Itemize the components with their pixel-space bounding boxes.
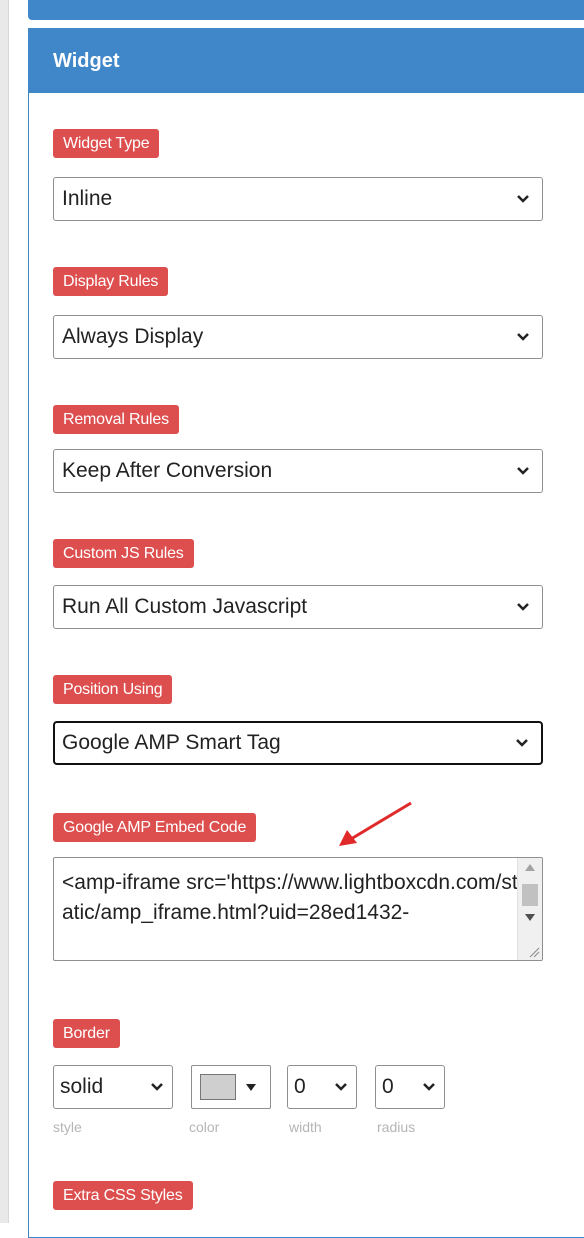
display-rules-label: Display Rules bbox=[53, 267, 169, 296]
scroll-thumb[interactable] bbox=[522, 884, 538, 906]
caret-down-icon bbox=[246, 1084, 256, 1091]
border-radius-select[interactable]: 0 bbox=[375, 1065, 445, 1109]
removal-rules-select[interactable]: Keep After Conversion bbox=[53, 449, 543, 493]
amp-embed-code-label: Google AMP Embed Code bbox=[53, 813, 257, 842]
chevron-down-icon bbox=[422, 1066, 438, 1108]
amp-embed-code-textarea[interactable]: <amp-iframe src='https://www.lightboxcdn… bbox=[53, 857, 543, 961]
widget-type-value: Inline bbox=[62, 187, 113, 210]
resize-grip-icon[interactable] bbox=[528, 946, 540, 958]
left-border-strip bbox=[0, 0, 9, 1223]
amp-embed-code-text: <amp-iframe src='https://www.lightboxcdn… bbox=[62, 871, 518, 924]
border-color-picker[interactable] bbox=[191, 1065, 271, 1109]
chevron-down-icon bbox=[334, 1066, 350, 1108]
chevron-down-icon bbox=[516, 586, 532, 628]
display-rules-select[interactable]: Always Display bbox=[53, 315, 543, 359]
position-using-select[interactable]: Google AMP Smart Tag bbox=[53, 721, 543, 765]
border-style-value: solid bbox=[60, 1075, 104, 1098]
chevron-down-icon bbox=[150, 1066, 166, 1108]
extra-css-styles-label: Extra CSS Styles bbox=[53, 1181, 193, 1210]
custom-js-rules-value: Run All Custom Javascript bbox=[62, 595, 308, 618]
scroll-up-arrow-icon[interactable] bbox=[525, 864, 535, 871]
border-style-select[interactable]: solid bbox=[53, 1065, 173, 1109]
textarea-scrollbar[interactable] bbox=[517, 858, 542, 960]
red-arrow-icon bbox=[339, 801, 412, 846]
display-rules-value: Always Display bbox=[62, 325, 204, 348]
position-using-value: Google AMP Smart Tag bbox=[62, 731, 281, 754]
removal-rules-label: Removal Rules bbox=[53, 405, 179, 434]
border-radius-value: 0 bbox=[382, 1075, 394, 1098]
chevron-down-icon bbox=[516, 178, 532, 220]
chevron-down-icon bbox=[515, 723, 531, 763]
scroll-down-arrow-icon[interactable] bbox=[525, 914, 535, 921]
widget-type-select[interactable]: Inline bbox=[53, 177, 543, 221]
position-using-label: Position Using bbox=[53, 675, 173, 704]
chevron-down-icon bbox=[516, 316, 532, 358]
border-width-caption: width bbox=[289, 1119, 322, 1135]
border-style-caption: style bbox=[53, 1119, 82, 1135]
border-label: Border bbox=[53, 1019, 120, 1048]
widget-panel: Widget Widget Type Inline Display Rules … bbox=[28, 28, 584, 1238]
panel-title: Widget bbox=[29, 29, 584, 93]
border-width-value: 0 bbox=[294, 1075, 306, 1098]
previous-panel-bar bbox=[28, 0, 584, 20]
removal-rules-value: Keep After Conversion bbox=[62, 459, 273, 482]
border-width-select[interactable]: 0 bbox=[287, 1065, 357, 1109]
chevron-down-icon bbox=[516, 450, 532, 492]
border-color-caption: color bbox=[189, 1119, 220, 1135]
custom-js-rules-select[interactable]: Run All Custom Javascript bbox=[53, 585, 543, 629]
widget-type-label: Widget Type bbox=[53, 129, 160, 158]
color-swatch bbox=[200, 1074, 236, 1100]
custom-js-rules-label: Custom JS Rules bbox=[53, 539, 194, 568]
border-radius-caption: radius bbox=[377, 1119, 416, 1135]
